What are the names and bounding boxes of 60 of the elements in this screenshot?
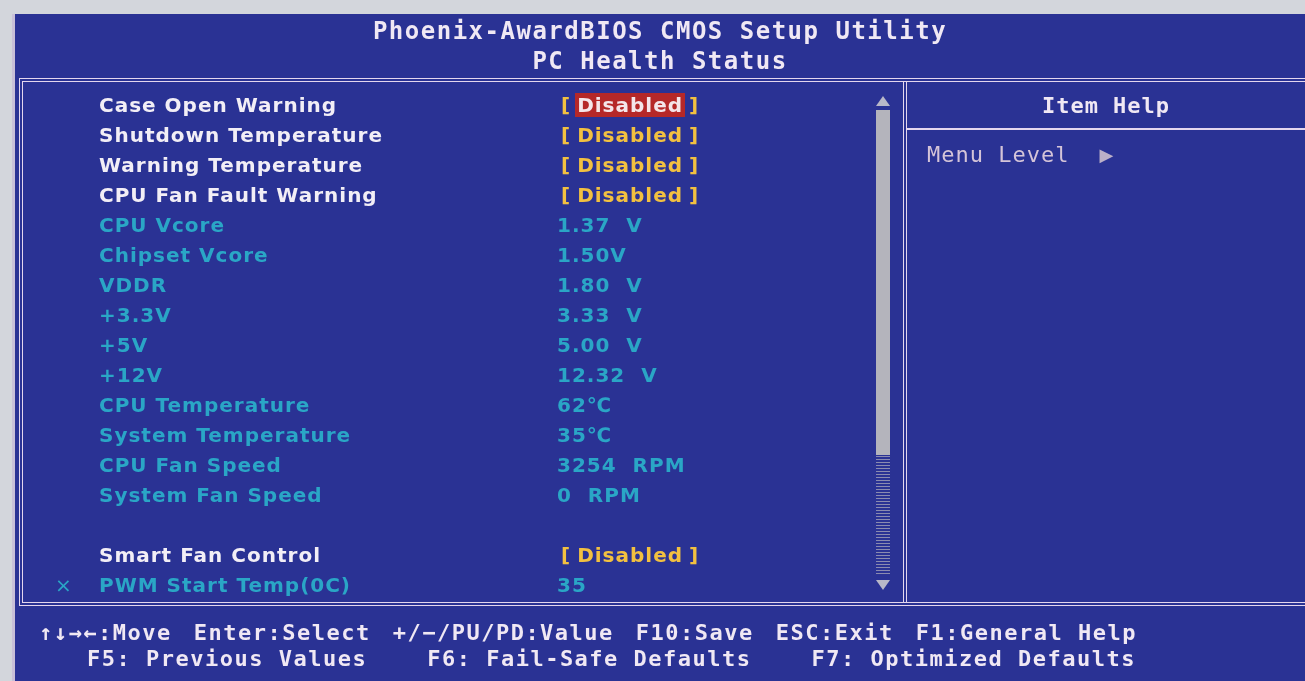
menu-level-arrow: ▶ — [1099, 144, 1114, 165]
reading-value: 0 RPM — [557, 483, 641, 507]
setting-value[interactable]: Disabled — [575, 123, 686, 147]
key-hint: F1:General Help — [915, 619, 1137, 646]
reading-label: CPU Temperature — [99, 393, 312, 417]
key-hint: F10:Save — [635, 619, 754, 646]
setting-value[interactable]: Disabled — [575, 183, 686, 207]
reading-label: PWM Start Temp(0C) — [99, 573, 352, 597]
setting-value[interactable]: Disabled — [575, 153, 686, 177]
bracket: ] — [688, 93, 701, 117]
reading-value: 12.32 V — [557, 363, 658, 387]
key-hint: F7: Optimized Defaults — [811, 645, 1136, 672]
setting-value[interactable]: Disabled — [575, 93, 686, 117]
reading-label: System Fan Speed — [99, 483, 324, 507]
reading-label: +5V — [99, 333, 150, 357]
reading-value: 35℃ — [557, 423, 613, 447]
reading-label: +3.3V — [99, 303, 173, 327]
setting-label[interactable]: Shutdown Temperature — [99, 123, 557, 147]
reading-value: 3254 RPM — [557, 453, 686, 477]
reading-label: System Temperature — [99, 423, 353, 447]
bracket: [ — [560, 153, 573, 177]
reading-value: 3.33 V — [557, 303, 643, 327]
key-hint: F6: Fail-Safe Defaults — [427, 645, 752, 672]
setting-label[interactable]: Warning Temperature — [99, 153, 557, 177]
disabled-marker: × — [54, 573, 74, 597]
page-title: PC Health Status — [532, 46, 788, 76]
bracket: [ — [560, 183, 573, 207]
reading-value: 5.00 V — [557, 333, 643, 357]
reading-label: CPU Vcore — [99, 213, 227, 237]
reading-value: 1.80 V — [557, 273, 643, 297]
scroll-down-icon[interactable] — [876, 580, 890, 590]
scroll-up-icon[interactable] — [876, 96, 890, 106]
reading-label: VDDR — [99, 273, 169, 297]
setting-label[interactable]: Case Open Warning — [99, 93, 557, 117]
reading-value: 1.50V — [557, 243, 627, 267]
reading-label: +12V — [99, 363, 165, 387]
key-hint: F5: Previous Values — [87, 645, 368, 672]
reading-value: 35 — [557, 573, 587, 597]
bracket: ] — [688, 543, 701, 567]
key-hint: ↑↓→←:Move — [39, 619, 172, 646]
setting-label[interactable]: CPU Fan Fault Warning — [99, 183, 557, 207]
bracket: [ — [560, 543, 573, 567]
setting-value[interactable]: Disabled — [575, 543, 686, 567]
bracket: ] — [688, 123, 701, 147]
reading-label: CPU Fan Speed — [99, 453, 283, 477]
key-hint: Enter:Select — [193, 619, 371, 646]
bracket: ] — [688, 183, 701, 207]
reading-value: 62℃ — [557, 393, 613, 417]
bracket: [ — [560, 123, 573, 147]
window-title: Phoenix-AwardBIOS CMOS Setup Utility — [372, 16, 948, 46]
reading-label: Chipset Vcore — [99, 243, 270, 267]
key-hint: ESC:Exit — [775, 619, 894, 646]
bracket: ] — [688, 153, 701, 177]
reading-value: 1.37 V — [557, 213, 643, 237]
key-hint: +/−/PU/PD:Value — [392, 619, 614, 646]
bracket: [ — [560, 93, 573, 117]
scroll-thumb[interactable] — [876, 110, 890, 455]
help-title: Item Help — [1041, 92, 1171, 118]
menu-level: Menu Level — [927, 142, 1070, 167]
setting-label[interactable]: Smart Fan Control — [99, 543, 557, 567]
